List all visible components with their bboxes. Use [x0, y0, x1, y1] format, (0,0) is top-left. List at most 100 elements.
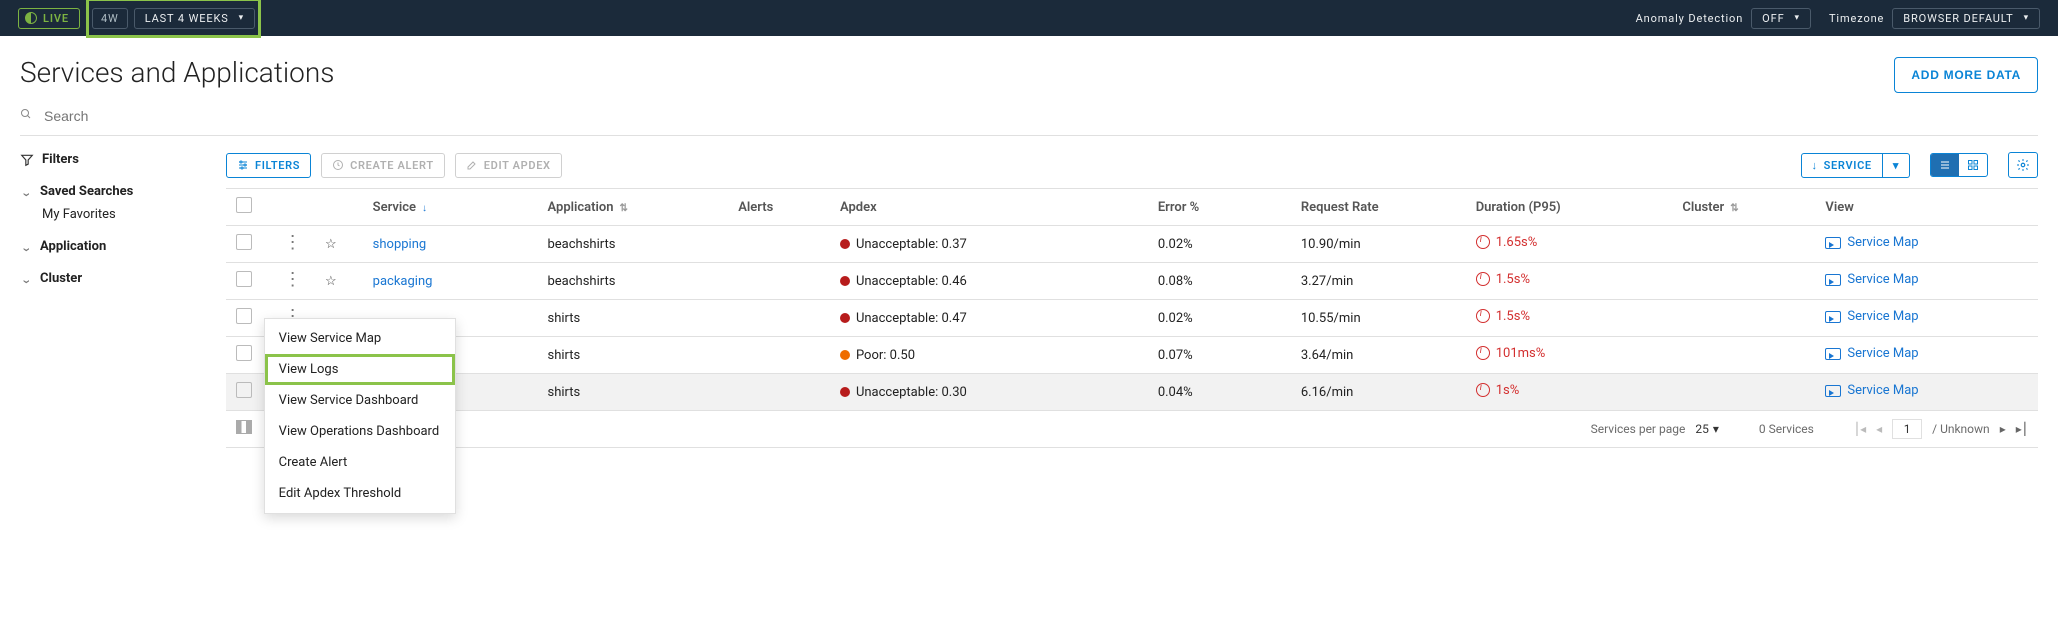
edit-icon: [466, 159, 478, 171]
columns-config-icon[interactable]: [236, 420, 252, 434]
chevron-down-icon: ▾: [1713, 422, 1719, 436]
page-prev-button[interactable]: ◂: [1876, 422, 1882, 436]
time-range-dropdown[interactable]: LAST 4 WEEKS: [134, 8, 255, 29]
service-link[interactable]: packaging: [373, 274, 433, 289]
row-actions-menu-button[interactable]: ⋮: [284, 269, 302, 290]
table-row[interactable]: ⋮ ☆ shopping beachshirts Unacceptable: 0…: [226, 226, 2038, 263]
col-application[interactable]: Application⇅: [537, 189, 728, 226]
funnel-icon: [20, 153, 34, 167]
service-map-link[interactable]: Service Map: [1825, 309, 1918, 324]
download-icon: ↓: [1812, 159, 1818, 172]
status-dot-icon: [840, 313, 850, 323]
sort-icon: ⇅: [620, 203, 628, 214]
table-row[interactable]: ⋮ View Service Map View Logs View Servic…: [226, 300, 2038, 337]
anomaly-detection-value: OFF: [1762, 12, 1784, 25]
my-favorites-link[interactable]: My Favorites: [20, 207, 210, 222]
chevron-down-icon: ▾: [1883, 153, 1910, 178]
per-page-dropdown[interactable]: 25▾: [1695, 422, 1719, 436]
star-icon[interactable]: ☆: [325, 237, 337, 252]
table-row[interactable]: ⋮ ☆ packaging beachshirts Unacceptable: …: [226, 263, 2038, 300]
table-row[interactable]: ⋮ shirts Poor: 0.50 0.07% 3.64/min 101ms…: [226, 337, 2038, 374]
filters-heading-label: Filters: [42, 152, 79, 167]
row-checkbox[interactable]: [236, 308, 252, 324]
menu-create-alert[interactable]: Create Alert: [265, 447, 455, 478]
menu-view-service-dashboard[interactable]: View Service Dashboard: [265, 385, 455, 416]
row-checkbox[interactable]: [236, 271, 252, 287]
status-dot-icon: [840, 239, 850, 249]
col-service[interactable]: Service↓: [363, 189, 538, 226]
row-actions-menu-button[interactable]: ⋮: [284, 232, 302, 253]
status-dot-icon: [840, 387, 850, 397]
service-map-icon: [1825, 311, 1841, 323]
page-first-button[interactable]: ⎮◂: [1854, 422, 1866, 436]
duration-cell: 101ms%: [1476, 346, 1546, 361]
service-map-link[interactable]: Service Map: [1825, 235, 1918, 250]
table-row[interactable]: ⋮ shirts Unacceptable: 0.30 0.04% 6.16/m…: [226, 374, 2038, 411]
table-header-row: Service↓ Application⇅ Alerts Apdex Error…: [226, 189, 2038, 226]
pagination: Services per page 25▾ 0 Services ⎮◂ ◂ 1 …: [284, 419, 2028, 439]
row-checkbox[interactable]: [236, 345, 252, 361]
duration-cell: 1.5s%: [1476, 309, 1530, 324]
cluster-section[interactable]: Cluster: [20, 270, 210, 286]
star-icon[interactable]: ☆: [325, 274, 337, 289]
col-duration[interactable]: Duration (P95): [1466, 189, 1673, 226]
service-map-link[interactable]: Service Map: [1825, 272, 1918, 287]
menu-view-service-map[interactable]: View Service Map: [265, 323, 455, 354]
anomaly-detection-dropdown[interactable]: OFF: [1751, 8, 1811, 29]
service-map-link[interactable]: Service Map: [1825, 383, 1918, 398]
saved-searches-section[interactable]: Saved Searches: [20, 183, 210, 199]
request-rate-cell: 10.90/min: [1291, 226, 1466, 263]
table-settings-button[interactable]: [2008, 152, 2038, 178]
four-week-button[interactable]: 4W: [92, 8, 128, 29]
col-request-rate[interactable]: Request Rate: [1291, 189, 1466, 226]
application-section[interactable]: Application: [20, 238, 210, 254]
view-mode-toggle[interactable]: [1930, 153, 1988, 177]
card-view-button[interactable]: [1959, 154, 1987, 176]
warning-icon: [1476, 309, 1490, 323]
col-checkbox[interactable]: [226, 189, 274, 226]
col-cluster[interactable]: Cluster⇅: [1672, 189, 1815, 226]
edit-apdex-label: EDIT APDEX: [484, 159, 551, 172]
service-link[interactable]: shopping: [373, 237, 427, 252]
sort-by-dropdown[interactable]: ↓SERVICE ▾: [1801, 153, 1911, 178]
create-alert-button[interactable]: CREATE ALERT: [321, 153, 445, 178]
application-label: Application: [40, 239, 106, 254]
bell-icon: [332, 159, 344, 171]
add-more-data-button[interactable]: ADD MORE DATA: [1894, 57, 2038, 93]
create-alert-label: CREATE ALERT: [350, 159, 434, 172]
application-cell: shirts: [537, 300, 728, 337]
per-page-label: Services per page: [1591, 422, 1686, 436]
page-next-button[interactable]: ▸: [2000, 422, 2006, 436]
page-number-input[interactable]: 1: [1892, 419, 1922, 439]
timezone-dropdown[interactable]: BROWSER DEFAULT: [1892, 8, 2040, 29]
filters-button[interactable]: FILTERS: [226, 153, 311, 178]
time-range-label: LAST 4 WEEKS: [145, 12, 229, 25]
edit-apdex-button[interactable]: EDIT APDEX: [455, 153, 562, 178]
search-input[interactable]: [42, 107, 2038, 125]
status-dot-icon: [840, 350, 850, 360]
col-error[interactable]: Error %: [1148, 189, 1291, 226]
col-apdex[interactable]: Apdex: [830, 189, 1148, 226]
col-view[interactable]: View: [1815, 189, 2038, 226]
service-map-link[interactable]: Service Map: [1825, 346, 1918, 361]
row-checkbox[interactable]: [236, 382, 252, 398]
row-checkbox[interactable]: [236, 234, 252, 250]
saved-searches-label: Saved Searches: [40, 184, 133, 199]
sort-desc-icon: ↓: [422, 203, 427, 214]
live-toggle[interactable]: LIVE: [18, 8, 80, 29]
error-cell: 0.07%: [1148, 337, 1291, 374]
col-alerts[interactable]: Alerts: [728, 189, 830, 226]
menu-edit-apdex-threshold[interactable]: Edit Apdex Threshold: [265, 478, 455, 509]
duration-cell: 1s%: [1476, 383, 1520, 398]
error-cell: 0.04%: [1148, 374, 1291, 411]
request-rate-cell: 6.16/min: [1291, 374, 1466, 411]
list-view-button[interactable]: [1931, 154, 1959, 176]
apdex-cell: Poor: 0.50: [830, 337, 1148, 374]
page-last-button[interactable]: ▸⎮: [2016, 422, 2028, 436]
sliders-icon: [237, 159, 249, 171]
menu-view-logs[interactable]: View Logs: [265, 354, 455, 385]
chevron-down-icon: [20, 183, 32, 199]
four-week-label: 4W: [101, 12, 119, 25]
error-cell: 0.02%: [1148, 226, 1291, 263]
menu-view-operations-dashboard[interactable]: View Operations Dashboard: [265, 416, 455, 447]
